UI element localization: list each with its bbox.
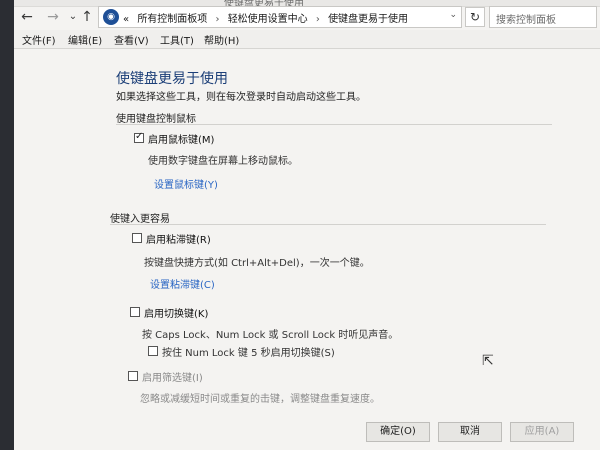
mouse-cursor-icon: ⇱ <box>482 353 494 369</box>
toggle-keys-hold-label[interactable]: 按住 Num Lock 键 5 秒启用切换键(S) <box>162 344 335 359</box>
menu-tools[interactable]: 工具(T) <box>160 32 194 47</box>
control-panel-window: 使键盘更易于使用 ← → ⌄ ↑ ◉ « 所有控制面板项 › 轻松使用设置中心 … <box>14 0 600 450</box>
breadcrumb-separator-icon[interactable]: › <box>216 14 220 25</box>
mouse-keys-checkbox[interactable] <box>134 131 144 143</box>
apply-button[interactable]: 应用(A) <box>510 422 574 442</box>
breadcrumb-keyboard[interactable]: 使键盘更易于使用 <box>328 14 408 25</box>
up-arrow-icon[interactable]: ↑ <box>78 8 96 26</box>
main-content: 使键盘更易于使用 如果选择这些工具，则在每次登录时自动启动这些工具。 使用键盘控… <box>14 48 600 450</box>
menu-help[interactable]: 帮助(H) <box>204 32 239 47</box>
cancel-button[interactable]: 取消 <box>438 422 502 442</box>
search-input[interactable]: 搜索控制面板 <box>489 6 597 28</box>
setup-mouse-keys-link[interactable]: 设置鼠标键(Y) <box>154 176 218 191</box>
section-divider <box>110 224 546 225</box>
sticky-keys-checkbox[interactable] <box>132 233 142 243</box>
address-dropdown-icon[interactable]: ⌄ <box>449 10 457 20</box>
sticky-keys-description: 按键盘快捷方式(如 Ctrl+Alt+Del)，一次一个键。 <box>144 258 370 269</box>
menu-edit[interactable]: 编辑(E) <box>68 32 102 47</box>
forward-arrow-icon[interactable]: → <box>44 8 62 26</box>
breadcrumb-ease-of-access[interactable]: 轻松使用设置中心 <box>228 14 308 25</box>
toggle-keys-label[interactable]: 启用切换键(K) <box>144 305 208 320</box>
breadcrumb-all-items[interactable]: 所有控制面板项 <box>137 14 207 25</box>
page-subtitle: 如果选择这些工具，则在每次登录时自动启动这些工具。 <box>116 92 366 103</box>
filter-keys-label[interactable]: 启用筛选键(I) <box>142 369 203 384</box>
control-panel-icon: ◉ <box>103 9 119 25</box>
setup-sticky-keys-link[interactable]: 设置粘滞键(C) <box>150 276 215 291</box>
menu-file[interactable]: 文件(F) <box>22 32 56 47</box>
toggle-keys-checkbox[interactable] <box>130 307 140 317</box>
toggle-keys-hold-checkbox[interactable] <box>148 346 158 356</box>
address-row: ← → ⌄ ↑ ◉ « 所有控制面板项 › 轻松使用设置中心 › 使键盘更易于使… <box>14 6 600 30</box>
toggle-keys-description: 按 Caps Lock、Num Lock 或 Scroll Lock 时听见声音… <box>142 330 399 341</box>
mouse-keys-label[interactable]: 启用鼠标键(M) <box>148 131 214 146</box>
breadcrumb-prefix-icon[interactable]: « <box>123 14 129 25</box>
filter-keys-checkbox[interactable] <box>128 371 138 381</box>
refresh-icon[interactable]: ↻ <box>465 7 485 27</box>
menu-bar: 文件(F) 编辑(E) 查看(V) 工具(T) 帮助(H) <box>14 30 600 49</box>
page-title: 使键盘更易于使用 <box>116 71 228 87</box>
filter-keys-description: 忽略或减缓短时间或重复的击键，调整键盘重复速度。 <box>140 394 380 405</box>
address-bar[interactable]: ◉ « 所有控制面板项 › 轻松使用设置中心 › 使键盘更易于使用 ⌄ <box>98 6 462 28</box>
breadcrumb: « 所有控制面板项 › 轻松使用设置中心 › 使键盘更易于使用 <box>123 10 408 25</box>
sticky-keys-label[interactable]: 启用粘滞键(R) <box>146 231 211 246</box>
section-heading-typing: 使键入更容易 <box>110 214 170 225</box>
section-divider <box>116 124 552 125</box>
back-arrow-icon[interactable]: ← <box>18 8 36 26</box>
ok-button[interactable]: 确定(O) <box>366 422 430 442</box>
section-heading-mouse: 使用键盘控制鼠标 <box>116 114 196 125</box>
mouse-keys-description: 使用数字键盘在屏幕上移动鼠标。 <box>148 156 298 167</box>
breadcrumb-separator-icon[interactable]: › <box>316 14 320 25</box>
menu-view[interactable]: 查看(V) <box>114 32 149 47</box>
